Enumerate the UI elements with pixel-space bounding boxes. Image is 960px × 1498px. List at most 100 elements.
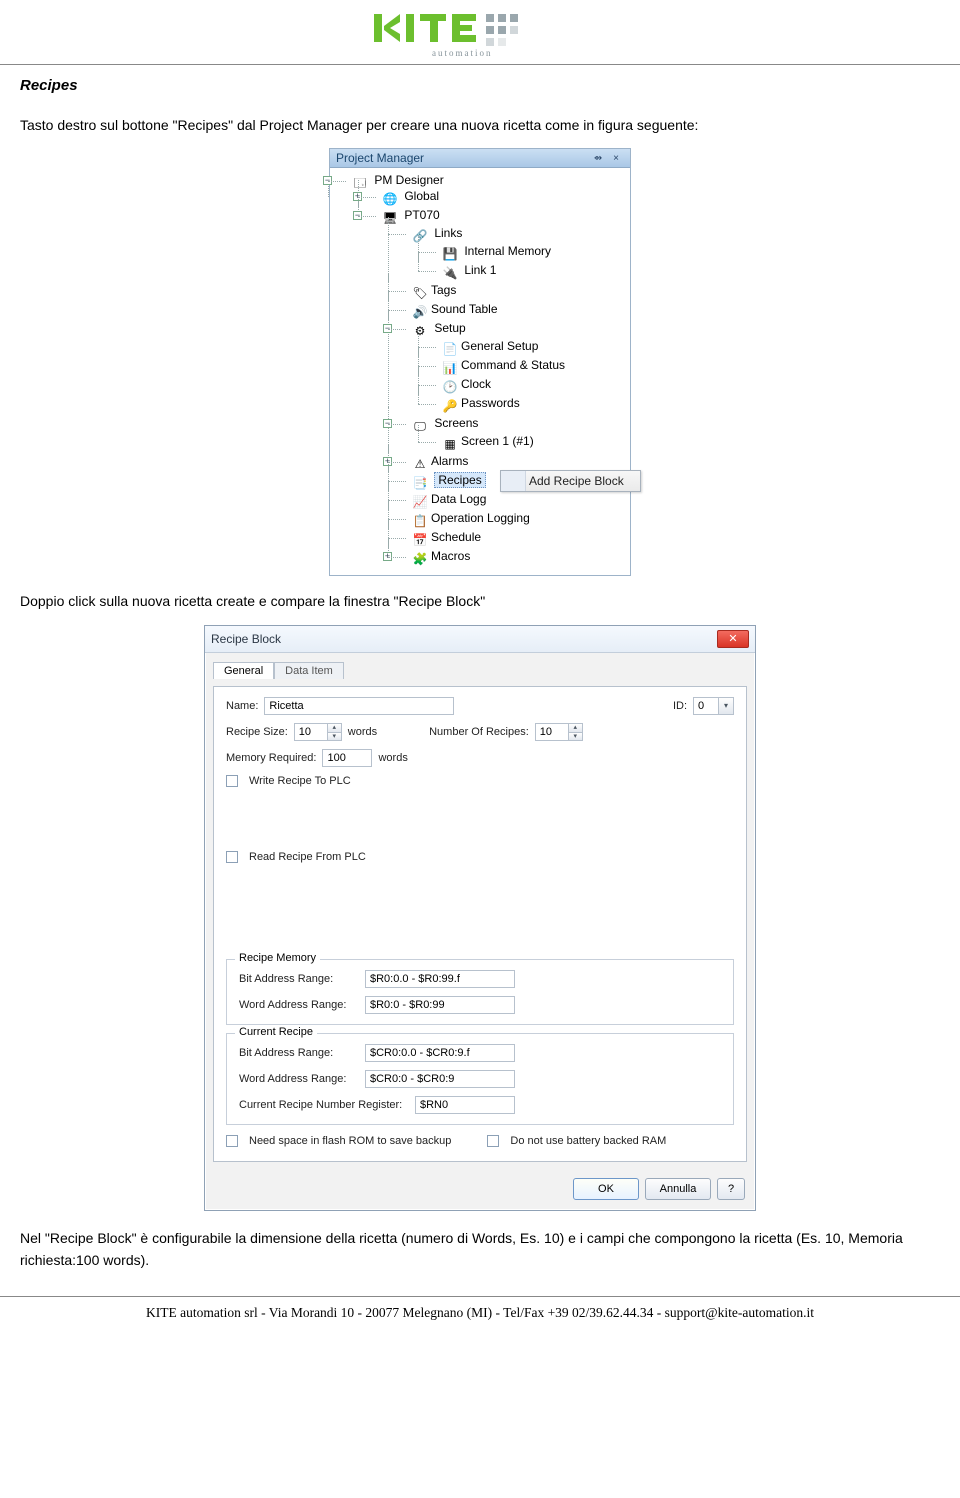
svg-text:automation: automation	[432, 48, 493, 58]
need-space-checkbox[interactable]	[226, 1135, 238, 1147]
tree-item-passwords[interactable]: 🔑Passwords	[428, 395, 626, 414]
rm-word-input[interactable]	[365, 996, 515, 1014]
dialog-titlebar: Recipe Block ✕	[205, 626, 755, 653]
read-plc-checkbox[interactable]	[226, 851, 238, 863]
tree-item-setup[interactable]: − ⚙ Setup 📄General Setup 📊Command & Stat…	[398, 320, 626, 415]
tree-item-macros[interactable]: +🧩Macros	[398, 548, 626, 567]
tree-label: PM Designer	[374, 173, 443, 187]
alarm-icon: ⚠	[412, 457, 428, 471]
datalog-icon: 📈	[412, 495, 428, 509]
id-input[interactable]	[693, 697, 719, 715]
tree-item-command-status[interactable]: 📊Command & Status	[428, 357, 626, 376]
label-mem-required: Memory Required:	[226, 752, 316, 764]
macro-icon: 🧩	[412, 552, 428, 566]
tree-item-screen1[interactable]: ▦Screen 1 (#1)	[428, 433, 626, 452]
label-word-addr: Word Address Range:	[239, 1073, 359, 1085]
tree-item-general-setup[interactable]: 📄General Setup	[428, 338, 626, 357]
mem-required-input[interactable]	[322, 749, 372, 767]
memory-icon: 💾	[442, 247, 458, 261]
tab-data-item[interactable]: Data Item	[274, 662, 344, 679]
device-icon: 🖥	[382, 211, 398, 225]
dialog-footer: OK Annulla ?	[205, 1170, 755, 1210]
pm-title-text: Project Manager	[336, 151, 588, 165]
no-battery-checkbox[interactable]	[487, 1135, 499, 1147]
context-menu[interactable]: Add Recipe Block	[500, 470, 641, 492]
label-num-recipes: Number Of Recipes:	[429, 726, 529, 738]
close-icon[interactable]: ×	[608, 151, 624, 165]
tree-item-schedule[interactable]: 📅Schedule	[398, 529, 626, 548]
label-bit-addr: Bit Address Range:	[239, 973, 359, 985]
cur-reg-input[interactable]	[415, 1096, 515, 1114]
tab-general[interactable]: General	[213, 662, 274, 679]
tree[interactable]: − 🗔 PM Designer + 🌐 Global − 🖥 PT070	[330, 168, 630, 575]
recipe-size-stepper[interactable]: ▴▾	[294, 723, 342, 741]
screen-icon: ▦	[442, 437, 458, 451]
spin-down-icon[interactable]: ▾	[569, 732, 583, 741]
tree-item-screens[interactable]: − 🖵 Screens ▦Screen 1 (#1)	[398, 415, 626, 453]
expander-icon[interactable]: −	[353, 211, 362, 220]
tree-label-selected: Recipes	[434, 472, 485, 488]
tab-bar: GeneralData Item	[213, 661, 747, 678]
tree-item-global[interactable]: + 🌐 Global	[368, 188, 626, 207]
cancel-button[interactable]: Annulla	[645, 1178, 711, 1200]
tree-item-internal-memory[interactable]: 💾 Internal Memory	[428, 243, 626, 262]
cr-bit-input[interactable]	[365, 1044, 515, 1062]
label-name: Name:	[226, 700, 258, 712]
spin-up-icon[interactable]: ▴	[328, 723, 342, 732]
tree-item-data-log[interactable]: 📈Data Logg	[398, 491, 626, 510]
group-current-recipe: Current Recipe Bit Address Range: Word A…	[226, 1033, 734, 1125]
page-icon: 📄	[442, 342, 458, 356]
expander-icon[interactable]: +	[383, 552, 392, 561]
write-plc-checkbox[interactable]	[226, 775, 238, 787]
tree-item-operation-logging[interactable]: 📋Operation Logging	[398, 510, 626, 529]
name-input[interactable]	[264, 697, 454, 715]
sound-icon: 🔊	[412, 305, 428, 319]
ctx-menu-item[interactable]: Add Recipe Block	[529, 474, 624, 488]
dialog-title: Recipe Block	[211, 632, 717, 646]
ok-button[interactable]: OK	[573, 1178, 639, 1200]
pm-titlebar: Project Manager ⇴ ×	[330, 149, 630, 168]
num-recipes-input[interactable]	[535, 723, 569, 741]
key-icon: 🔑	[442, 399, 458, 413]
app-icon: 🗔	[352, 174, 368, 188]
pin-icon[interactable]: ⇴	[590, 151, 606, 165]
label-recipe-size: Recipe Size:	[226, 726, 288, 738]
spin-up-icon[interactable]: ▴	[569, 723, 583, 732]
tree-item-recipes[interactable]: 📑 Recipes Add Recipe Block	[398, 472, 626, 491]
label-need-space: Need space in flash ROM to save backup	[249, 1135, 451, 1147]
tree-item-sound[interactable]: 🔊Sound Table	[398, 301, 626, 320]
id-select[interactable]: ▾	[693, 697, 734, 715]
globe-icon: 🌐	[382, 192, 398, 206]
expander-icon[interactable]: −	[383, 419, 392, 428]
recipe-size-input[interactable]	[294, 723, 328, 741]
tab-panel-general: Name: ID: ▾ Recipe Size: ▴▾ words Number…	[213, 686, 747, 1162]
label-cur-reg: Current Recipe Number Register:	[239, 1099, 409, 1111]
label-write-plc: Write Recipe To PLC	[249, 775, 351, 787]
recipe-icon: 📑	[412, 476, 428, 490]
status-icon: 📊	[442, 361, 458, 375]
chevron-down-icon[interactable]: ▾	[719, 697, 734, 715]
expander-icon[interactable]: −	[323, 176, 332, 185]
tree-root[interactable]: − 🗔 PM Designer + 🌐 Global − 🖥 PT070	[338, 172, 626, 569]
paragraph-3: Nel "Recipe Block" è configurabile la di…	[20, 1227, 940, 1272]
spin-down-icon[interactable]: ▾	[328, 732, 342, 741]
tree-item-tags[interactable]: 🏷Tags	[398, 282, 626, 301]
label-bit-addr: Bit Address Range:	[239, 1047, 359, 1059]
rm-bit-input[interactable]	[365, 970, 515, 988]
tree-item-clock[interactable]: 🕑Clock	[428, 376, 626, 395]
logo: automation	[370, 8, 590, 60]
project-manager-panel: Project Manager ⇴ × − 🗔 PM Designer + 🌐 …	[329, 148, 631, 576]
expander-icon[interactable]: −	[383, 324, 392, 333]
tree-item-links[interactable]: 🔗 Links 💾 Internal Memory 🔌	[398, 225, 626, 282]
tree-item-pt070[interactable]: − 🖥 PT070 🔗 Links 💾 Internal Memory	[368, 207, 626, 568]
paragraph-2: Doppio click sulla nuova ricetta create …	[20, 590, 940, 612]
close-button[interactable]: ✕	[717, 630, 749, 648]
tree-item-link1[interactable]: 🔌 Link 1	[428, 262, 626, 281]
num-recipes-stepper[interactable]: ▴▾	[535, 723, 583, 741]
cr-word-input[interactable]	[365, 1070, 515, 1088]
label-read-plc: Read Recipe From PLC	[249, 851, 366, 863]
tag-icon: 🏷	[412, 286, 428, 300]
help-button[interactable]: ?	[717, 1178, 745, 1200]
group-title: Recipe Memory	[235, 952, 320, 964]
schedule-icon: 📅	[412, 533, 428, 547]
